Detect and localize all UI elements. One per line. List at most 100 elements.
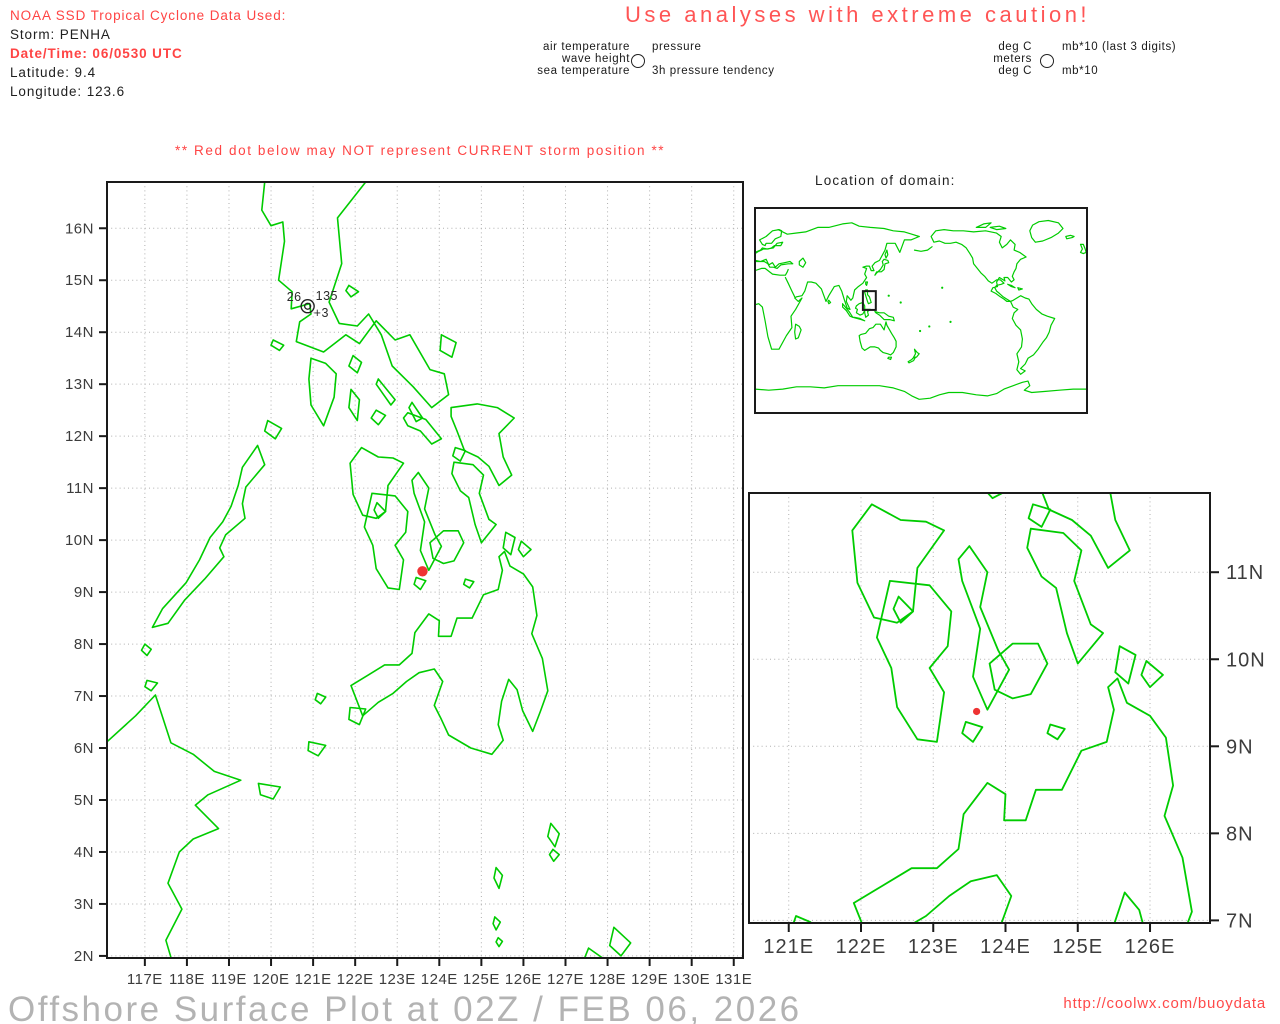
- coastline: [850, 350, 872, 379]
- coastline: [1114, 645, 1137, 685]
- coastline: [493, 866, 504, 890]
- coastline: [930, 229, 1056, 375]
- coastline-group: [755, 219, 1087, 400]
- coastline: [884, 249, 889, 259]
- axis-label: 126E: [1125, 936, 1176, 958]
- axis-label: 3N: [74, 896, 94, 913]
- axis-label: 121E: [763, 936, 814, 958]
- axis-label: 10N: [65, 532, 94, 549]
- axis-label: 9N: [74, 584, 94, 601]
- axis-label: 11N: [1226, 562, 1264, 584]
- coastline: [1046, 723, 1066, 741]
- axis-label: 9N: [1226, 736, 1254, 758]
- coastline: [827, 299, 832, 305]
- offshore-surface-plot-page: NOAA SSD Tropical Cyclone Data Used: Sto…: [0, 0, 1280, 1024]
- coastline: [462, 578, 475, 589]
- coastline: [794, 323, 802, 340]
- coastline: [314, 692, 327, 705]
- coastline: [408, 401, 424, 423]
- coastline: [701, 60, 1022, 438]
- axis-label: 8N: [1226, 823, 1254, 845]
- coastline: [373, 501, 387, 520]
- coastline: [307, 740, 327, 757]
- coastline: [989, 225, 1007, 231]
- axis-label: 12N: [65, 428, 94, 445]
- coastline: [954, 429, 977, 461]
- axis-label: 14N: [65, 324, 94, 341]
- axis-label: 122E: [836, 936, 887, 958]
- axis-label: 125E: [463, 971, 500, 988]
- coastline: [349, 446, 405, 520]
- coastline: [1079, 243, 1087, 255]
- axis-label: 6N: [74, 740, 94, 757]
- coastline: [350, 550, 549, 756]
- map-canvas: 2N 3N 4N 5N 6N 7N 8N 9N 10N 11N 12N 13N 14N 15N 16N 117…: [65, 60, 1266, 988]
- coastline: [513, 501, 706, 806]
- coastline: [912, 348, 920, 358]
- plot-title: Offshore Surface Plot at 02Z / FEB 06, 2…: [8, 990, 802, 1024]
- coastline: [1017, 287, 1024, 291]
- coastline: [850, 407, 868, 459]
- coastline: [874, 311, 895, 322]
- coastline: [546, 822, 561, 848]
- coastline: [858, 321, 897, 356]
- storm-position-dot: [417, 566, 428, 577]
- coastline: [897, 389, 930, 433]
- axis-label: 10N: [1226, 649, 1266, 671]
- coastline: [852, 316, 866, 322]
- coastline: [755, 267, 789, 276]
- coastline: [784, 276, 796, 298]
- coastline: [1140, 660, 1164, 688]
- coastline: [865, 281, 869, 286]
- coastline: [370, 409, 387, 426]
- coastline: [975, 222, 992, 228]
- coastline: [717, 324, 739, 341]
- coastline-group: [107, 182, 632, 958]
- axis-label: 123E: [908, 936, 959, 958]
- island-dot: [899, 301, 902, 304]
- coastline: [402, 411, 443, 445]
- site-url: http://coolwx.com/buoydata: [1063, 995, 1266, 1012]
- station-tendency-value: +3: [314, 306, 329, 320]
- axis-label: 122E: [337, 971, 374, 988]
- axis-label: 120E: [253, 971, 290, 988]
- coastline: [348, 354, 363, 374]
- coastline: [1065, 234, 1075, 240]
- coastline: [348, 388, 361, 422]
- axis-label: 117E: [127, 971, 163, 988]
- axis-label: 7N: [74, 688, 94, 705]
- axis-label: 129E: [631, 971, 668, 988]
- axis-label: 125E: [1052, 936, 1103, 958]
- axis-label: 121E: [295, 971, 332, 988]
- axis-label: 127E: [547, 971, 584, 988]
- island-dot: [887, 294, 890, 297]
- coastline: [1041, 493, 1131, 569]
- axis-label: 15N: [65, 272, 94, 289]
- coastline: [107, 694, 242, 958]
- axis-label: 130E: [673, 971, 710, 988]
- coastline: [348, 706, 367, 726]
- coastline: [270, 339, 285, 352]
- coastline-group: [500, 60, 1193, 923]
- coastline: [345, 284, 360, 298]
- coastline: [851, 503, 945, 624]
- coastline: [1029, 219, 1064, 243]
- axis-label: 8N: [74, 636, 94, 653]
- axis-label: 5N: [74, 792, 94, 809]
- axis-label: 131E: [715, 971, 752, 988]
- coastline: [755, 380, 1087, 400]
- coastline: [151, 444, 266, 629]
- axis-label: 126E: [505, 971, 542, 988]
- coastline: [257, 782, 282, 800]
- coastline: [986, 493, 1005, 500]
- station-pressure-value: 135: [316, 289, 338, 303]
- axis-label: 124E: [421, 971, 458, 988]
- coastline: [492, 916, 502, 931]
- coastline: [500, 894, 522, 911]
- axis-label: 16N: [65, 220, 94, 237]
- coastline: [1007, 283, 1016, 289]
- island-dot: [949, 320, 952, 323]
- coastline: [777, 222, 920, 238]
- coastline: [755, 258, 794, 269]
- coastline: [495, 936, 504, 948]
